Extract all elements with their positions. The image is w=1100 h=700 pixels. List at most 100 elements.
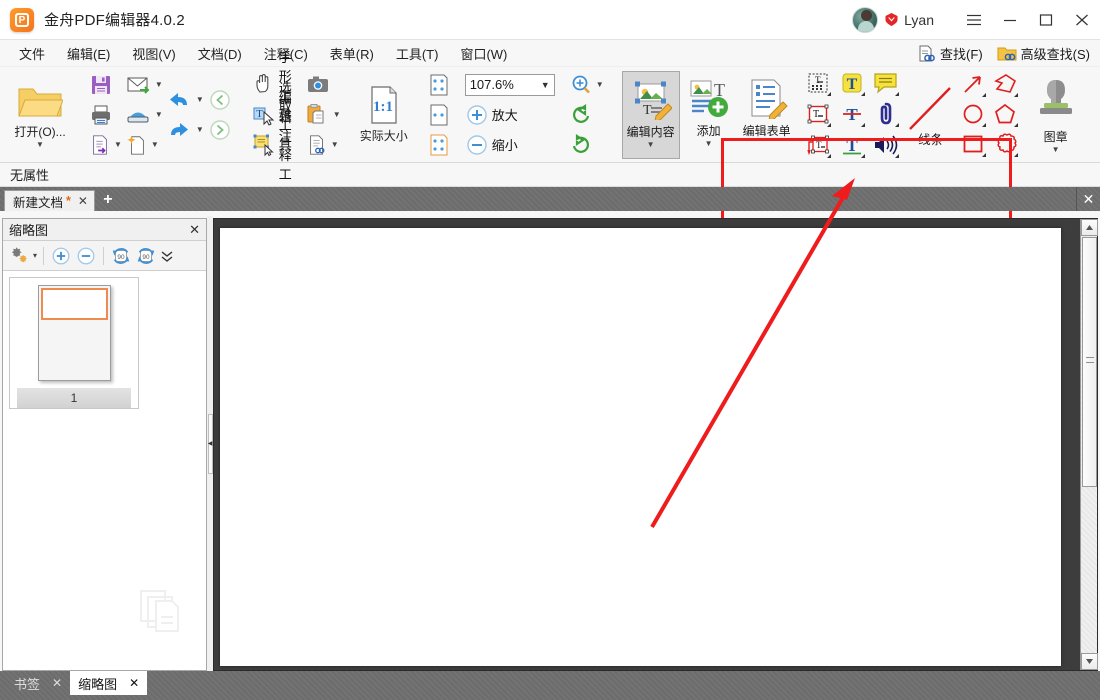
caret-icon[interactable] <box>894 92 899 96</box>
menu-item-tools[interactable]: 工具(T) <box>385 41 450 66</box>
thumbnail-panel-close-icon[interactable]: ✕ <box>189 222 200 238</box>
open-caret-icon[interactable]: ▼ <box>36 140 44 149</box>
polyline-shape-button[interactable] <box>991 70 1019 98</box>
fit-width-button[interactable] <box>425 100 453 130</box>
edit-content-button[interactable]: T 编辑内容 ▼ <box>621 70 680 159</box>
minimize-button[interactable] <box>992 0 1028 40</box>
document-find-button[interactable]: ▼ <box>304 130 343 160</box>
new-document-button[interactable]: ▼ <box>124 130 165 160</box>
back-button[interactable] <box>206 85 234 115</box>
caret-icon[interactable] <box>1013 123 1018 127</box>
zoom-out-button[interactable]: 缩小 <box>463 130 557 160</box>
chevron-down-icon[interactable]: ▼ <box>541 80 550 90</box>
caret-icon[interactable] <box>894 123 899 127</box>
scroll-down-button[interactable] <box>1080 653 1098 670</box>
fit-visible-button[interactable] <box>425 130 453 160</box>
snapshot-button[interactable] <box>304 70 343 100</box>
text-box-red-button[interactable]: T <box>804 100 832 128</box>
scan-button[interactable]: ▼ <box>124 100 165 130</box>
caret-icon[interactable] <box>826 92 831 96</box>
actual-size-button[interactable]: 1:1 实际大小 <box>353 71 415 159</box>
caret-icon[interactable] <box>860 123 865 127</box>
add-content-button[interactable]: T 添加 ▼ <box>680 71 738 159</box>
thumbnail-list[interactable]: 1 <box>3 271 206 670</box>
underline-text-button[interactable]: T <box>838 131 866 159</box>
advanced-find-button[interactable]: 高级查找(S) <box>993 44 1094 64</box>
magnifier-caret-icon[interactable]: ▼ <box>596 80 604 89</box>
redo-button[interactable]: ▼ <box>165 115 206 145</box>
caret-icon[interactable] <box>826 123 831 127</box>
caret-icon[interactable] <box>826 154 831 158</box>
fit-page-button[interactable] <box>425 70 453 100</box>
save-button[interactable] <box>87 70 124 100</box>
caret-icon[interactable] <box>1013 93 1018 97</box>
rotate-right-button[interactable] <box>567 130 606 160</box>
email-caret-icon[interactable]: ▼ <box>155 80 163 89</box>
text-callout-button[interactable]: T <box>804 131 832 159</box>
email-button[interactable]: ▼ <box>124 70 165 100</box>
scrollbar-thumb[interactable] <box>1081 237 1097 487</box>
add-content-caret-icon[interactable]: ▼ <box>705 139 713 148</box>
export-button[interactable]: ▼ <box>87 130 124 160</box>
maximize-button[interactable] <box>1028 0 1064 40</box>
zoom-level-input[interactable]: 107.6% ▼ <box>464 73 555 96</box>
menu-item-form[interactable]: 表单(R) <box>319 41 385 66</box>
scroll-up-button[interactable] <box>1080 219 1098 236</box>
caret-icon[interactable] <box>860 154 865 158</box>
menu-item-document[interactable]: 文档(D) <box>187 41 253 66</box>
gear-caret-icon[interactable]: ▾ <box>33 251 37 260</box>
user-avatar[interactable] <box>852 6 879 33</box>
close-all-tabs-button[interactable]: ✕ <box>1076 187 1100 211</box>
menu-item-window[interactable]: 窗口(W) <box>449 41 518 66</box>
zoom-out-icon[interactable] <box>75 245 97 267</box>
caret-icon[interactable] <box>1013 153 1018 157</box>
magnifier-button[interactable]: ▼ <box>567 70 606 100</box>
edit-form-button[interactable]: 编辑表单 <box>738 71 796 159</box>
print-button[interactable] <box>87 100 124 130</box>
edit-content-caret-icon[interactable]: ▼ <box>647 140 655 149</box>
bottom-tab-bookmarks[interactable]: 书签 ✕ <box>6 671 70 695</box>
zoom-in-icon[interactable] <box>50 245 72 267</box>
text-box-dotted-button[interactable]: T <box>804 69 832 97</box>
scan-caret-icon[interactable]: ▼ <box>155 110 163 119</box>
caret-icon[interactable] <box>981 123 986 127</box>
close-button[interactable] <box>1064 0 1100 40</box>
thumbnail-item[interactable]: 1 <box>9 277 139 409</box>
attachment-button[interactable] <box>872 100 900 128</box>
cloud-shape-button[interactable] <box>991 130 1019 158</box>
gear-icon[interactable] <box>8 245 30 267</box>
new-document-caret-icon[interactable]: ▼ <box>151 140 159 149</box>
export-caret-icon[interactable]: ▼ <box>114 140 122 149</box>
edit-annotation-tool-button[interactable]: 编辑注释工具 <box>250 91 294 201</box>
line-tool-button[interactable]: 线条 <box>903 69 959 161</box>
caret-icon[interactable] <box>981 153 986 157</box>
zoom-in-button[interactable]: 放大 <box>463 100 557 130</box>
rotate-90-ccw-icon[interactable]: 90 <box>110 245 132 267</box>
open-button[interactable]: 打开(O)... ▼ <box>9 71 71 159</box>
rectangle-shape-button[interactable] <box>959 130 987 158</box>
menu-item-edit[interactable]: 编辑(E) <box>56 41 121 66</box>
sound-button[interactable] <box>872 131 900 159</box>
bottom-tab-bookmarks-close-icon[interactable]: ✕ <box>52 676 62 690</box>
document-view[interactable] <box>213 218 1098 671</box>
caret-icon[interactable] <box>894 154 899 158</box>
redo-caret-icon[interactable]: ▼ <box>196 125 204 134</box>
clipboard-caret-icon[interactable]: ▼ <box>333 110 341 119</box>
undo-caret-icon[interactable]: ▼ <box>196 95 204 104</box>
pdf-page[interactable] <box>220 228 1061 666</box>
document-find-caret-icon[interactable]: ▼ <box>331 140 339 149</box>
panel-collapse-handle[interactable]: ◀ <box>207 413 213 474</box>
document-tab-close-icon[interactable]: ✕ <box>78 194 88 208</box>
find-button[interactable]: 查找(F) <box>912 44 987 64</box>
stamp-caret-icon[interactable]: ▼ <box>1052 145 1060 154</box>
caret-icon[interactable] <box>860 92 865 96</box>
hamburger-menu-button[interactable] <box>956 0 992 40</box>
chevron-double-down-icon[interactable] <box>160 248 174 264</box>
rotate-90-cw-icon[interactable]: 90 <box>135 245 157 267</box>
strikethrough-text-button[interactable]: T <box>838 100 866 128</box>
bottom-tab-thumbnails-close-icon[interactable]: ✕ <box>129 676 139 690</box>
menu-item-file[interactable]: 文件 <box>8 41 56 66</box>
sticky-note-button[interactable] <box>872 69 900 97</box>
undo-button[interactable]: ▼ <box>165 85 206 115</box>
clipboard-button[interactable]: ▼ <box>304 100 343 130</box>
